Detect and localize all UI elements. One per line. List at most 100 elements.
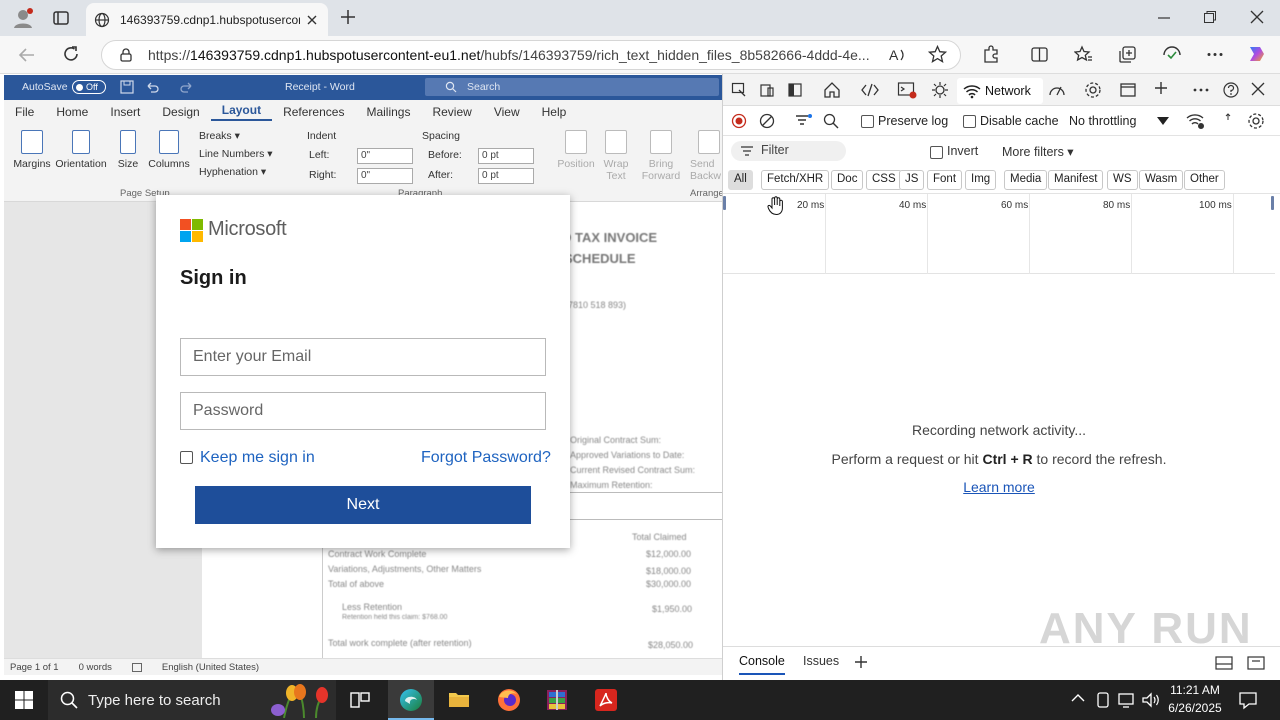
autosave-toggle[interactable]: Off: [72, 80, 106, 94]
browser-essentials-icon[interactable]: [1162, 45, 1182, 64]
spacing-after-input[interactable]: 0 pt: [478, 168, 534, 184]
network-conditions-icon[interactable]: [1186, 112, 1206, 130]
redo-icon[interactable]: [180, 80, 194, 94]
menu-home[interactable]: Home: [45, 105, 99, 119]
tray-chevron-icon[interactable]: [1071, 693, 1085, 703]
filter-img[interactable]: Img: [965, 170, 997, 190]
copilot-icon[interactable]: [1246, 43, 1268, 65]
add-drawer-tab-icon[interactable]: [853, 654, 869, 670]
filter-fetch-xhr[interactable]: Fetch/XHR: [761, 170, 830, 190]
welcome-home-icon[interactable]: [823, 81, 841, 99]
proofing-icon[interactable]: [131, 662, 142, 672]
filter-js[interactable]: JS: [899, 170, 925, 190]
next-button[interactable]: Next: [195, 486, 531, 524]
console-icon[interactable]: [897, 81, 917, 99]
import-export-icon[interactable]: [1223, 112, 1233, 128]
invert-checkbox[interactable]: [930, 146, 943, 159]
spacing-before-input[interactable]: 0 pt: [478, 148, 534, 164]
preserve-log-checkbox[interactable]: [861, 115, 874, 128]
favorites-icon[interactable]: [1074, 45, 1093, 64]
more-tools-plus-icon[interactable]: [1153, 80, 1169, 96]
network-status-icon[interactable]: [1117, 691, 1135, 709]
clear-icon[interactable]: [759, 113, 775, 129]
read-aloud-icon[interactable]: A: [888, 46, 906, 64]
close-window-icon[interactable]: [1250, 10, 1264, 24]
menu-mailings[interactable]: Mailings: [355, 105, 421, 119]
split-screen-icon[interactable]: [1030, 45, 1049, 64]
task-view-icon[interactable]: [350, 691, 370, 709]
save-icon[interactable]: [120, 80, 134, 94]
menu-references[interactable]: References: [272, 105, 355, 119]
close-tab-icon[interactable]: [306, 14, 318, 26]
menu-layout[interactable]: Layout: [210, 103, 273, 121]
dock-drawer-icon[interactable]: [1215, 656, 1233, 670]
drawer-tab-issues[interactable]: Issues: [803, 654, 839, 668]
search-network-icon[interactable]: [823, 113, 839, 129]
position-button[interactable]: Position: [556, 130, 596, 170]
url-bar[interactable]: https://146393759.cdnp1.hubspotuserconte…: [101, 40, 961, 70]
throttling-select[interactable]: No throttling: [1069, 114, 1136, 128]
taskbar-search-box[interactable]: Type here to search: [48, 680, 336, 720]
network-settings-icon[interactable]: [1247, 112, 1265, 130]
menu-review[interactable]: Review: [421, 105, 482, 119]
clock-date[interactable]: 6/26/2025: [1162, 701, 1228, 715]
drawer-tab-console[interactable]: Console: [739, 654, 785, 675]
menu-insert[interactable]: Insert: [99, 105, 151, 119]
refresh-icon[interactable]: [62, 45, 80, 63]
word-search-box[interactable]: Search: [425, 78, 719, 96]
network-timeline-overview[interactable]: 20 ms 40 ms 60 ms 80 ms 100 ms: [723, 194, 1275, 274]
menu-help[interactable]: Help: [531, 105, 578, 119]
filter-toggle-icon[interactable]: [795, 113, 813, 129]
more-options-icon[interactable]: [1206, 52, 1224, 57]
filter-input[interactable]: Filter: [731, 141, 846, 161]
profile-icon[interactable]: [12, 7, 34, 29]
send-backward-button[interactable]: Send Backw: [690, 130, 722, 182]
timeline-left-handle[interactable]: [723, 196, 726, 210]
filter-media[interactable]: Media: [1004, 170, 1048, 190]
undo-icon[interactable]: [145, 80, 159, 94]
menu-view[interactable]: View: [483, 105, 531, 119]
filter-css[interactable]: CSS: [866, 170, 902, 190]
indent-left-input[interactable]: 0": [357, 148, 413, 164]
sources-icon[interactable]: [931, 81, 949, 99]
margins-button[interactable]: Margins: [12, 130, 52, 170]
site-info-icon[interactable]: [118, 47, 134, 63]
file-explorer-icon[interactable]: [448, 689, 470, 709]
indent-right-input[interactable]: 0": [357, 168, 413, 184]
device-emulation-icon[interactable]: [759, 82, 775, 98]
bring-forward-button[interactable]: Bring Forward: [636, 130, 686, 182]
restore-icon[interactable]: [1203, 10, 1217, 24]
learn-more-link[interactable]: Learn more: [963, 479, 1035, 495]
inspect-icon[interactable]: [731, 82, 747, 98]
email-field[interactable]: Enter your Email: [180, 338, 546, 376]
filter-manifest[interactable]: Manifest: [1048, 170, 1104, 190]
favorite-star-icon[interactable]: [928, 45, 947, 64]
winrar-icon[interactable]: [545, 688, 569, 712]
forgot-password-link[interactable]: Forgot Password?: [421, 449, 551, 467]
acrobat-icon[interactable]: [594, 688, 618, 712]
menu-file[interactable]: File: [4, 105, 45, 119]
elements-icon[interactable]: [861, 82, 879, 98]
wrap-text-button[interactable]: Wrap Text: [598, 130, 634, 182]
orientation-button[interactable]: Orientation: [54, 130, 108, 170]
extensions-icon[interactable]: [982, 45, 1001, 64]
keep-signed-in-label[interactable]: Keep me sign in: [200, 449, 315, 467]
filter-ws[interactable]: WS: [1107, 170, 1138, 190]
filter-wasm[interactable]: Wasm: [1139, 170, 1184, 190]
menu-design[interactable]: Design: [151, 105, 210, 119]
breaks-button[interactable]: Breaks ▾: [199, 130, 240, 142]
close-devtools-icon[interactable]: [1251, 82, 1265, 96]
tab-network[interactable]: Network: [957, 78, 1043, 104]
dock-icon[interactable]: [787, 82, 803, 98]
minimize-icon[interactable]: [1157, 11, 1171, 25]
password-field[interactable]: Password: [180, 392, 546, 430]
record-icon[interactable]: [731, 113, 747, 129]
devtools-more-icon[interactable]: [1193, 88, 1209, 92]
notifications-icon[interactable]: [1238, 690, 1258, 710]
application-icon[interactable]: [1119, 81, 1137, 99]
active-tab[interactable]: 146393759.cdnp1.hubspotusercon: [86, 3, 328, 36]
filter-other[interactable]: Other: [1184, 170, 1225, 190]
collapse-drawer-icon[interactable]: [1247, 656, 1265, 670]
clock-time[interactable]: 11:21 AM: [1162, 683, 1228, 697]
windows-start-icon[interactable]: [15, 691, 33, 709]
